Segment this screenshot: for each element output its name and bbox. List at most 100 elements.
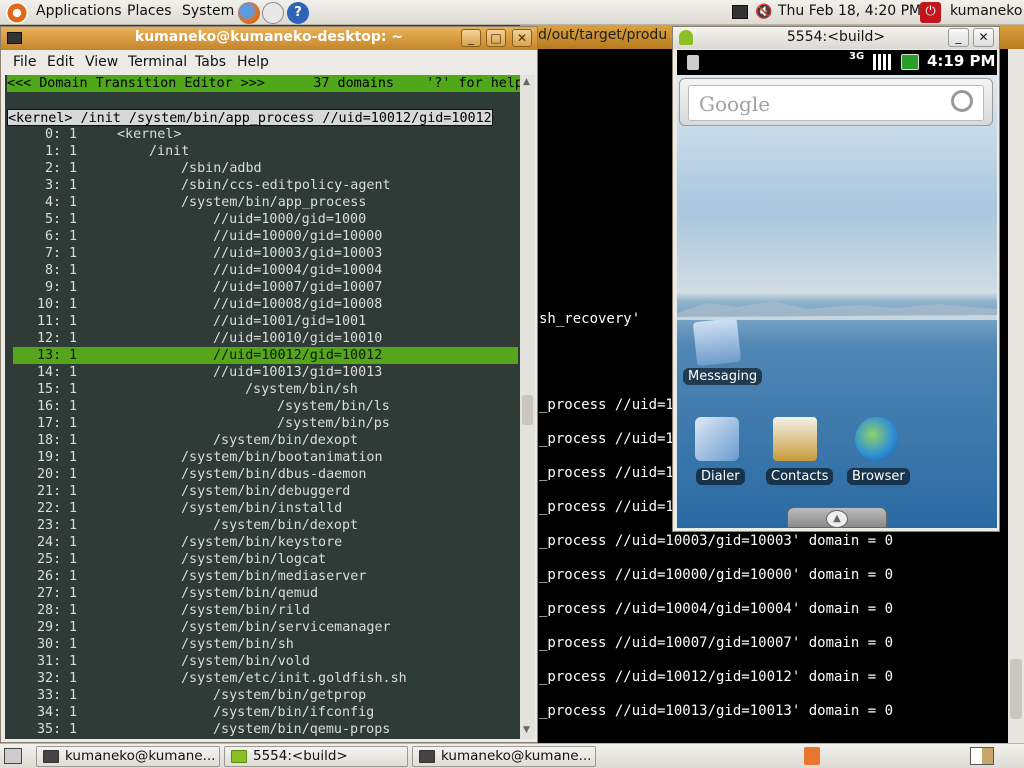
domain-name: /system/bin/ifconfig [213,705,375,720]
domain-name: /system/bin/dexopt [213,518,359,533]
menu-view[interactable]: View [85,54,118,70]
background-terminal-line: _process //uid=10 [539,397,683,413]
domain-profile: 1 [69,178,78,193]
menu-tabs[interactable]: Tabs [195,54,226,70]
terminal-screen[interactable]: <<< Domain Transition Editor >>> 37 doma… [5,75,520,739]
domain-profile: 1 [69,518,78,533]
browser-label[interactable]: Browser [847,468,910,485]
scrollbar-thumb[interactable] [522,395,533,425]
scroll-up-arrow-icon[interactable]: ▲ [523,77,530,87]
domain-profile: 1 [69,246,78,261]
messaging-label[interactable]: Messaging [683,368,763,385]
system-menu[interactable]: System [182,3,234,19]
domain-name: //uid=10008/gid=10008 [213,297,383,312]
contacts-icon[interactable] [773,417,817,461]
network-icon[interactable] [732,5,748,19]
scroll-down-arrow-icon[interactable]: ▼ [523,725,530,735]
domain-profile: 1 [69,331,78,346]
top-panel: Applications Places System ? 🔇 Thu Feb 1… [0,0,1024,25]
emulator-titlebar[interactable]: 5554:<build> _ ✕ [673,27,999,49]
help-icon[interactable]: ? [287,2,309,24]
user-name[interactable]: kumaneko [950,3,1022,19]
domain-name: //uid=10003/gid=10003 [213,246,383,261]
domain-index: 29: [37,620,62,635]
taskbar-item-label: kumaneko@kumane... [441,748,592,764]
terminal-titlebar[interactable]: kumaneko@kumaneko-desktop: ~ _ □ ✕ [1,27,537,50]
domain-name: <kernel> [117,127,182,142]
domain-profile: 1 [69,637,78,652]
clock[interactable]: Thu Feb 18, 4:20 PM [778,3,921,19]
terminal-window[interactable]: kumaneko@kumaneko-desktop: ~ _ □ ✕ File … [0,26,538,743]
domain-name: /system/bin/qemu-props [213,722,391,737]
android-screen[interactable]: 3G 4:19 PM Google Messaging Dialer Conta… [677,50,997,528]
background-terminal-line: _process //uid=10013/gid=10013' domain =… [539,703,894,719]
contacts-label[interactable]: Contacts [766,468,834,485]
android-status-bar[interactable]: 3G 4:19 PM [677,50,997,75]
volume-icon[interactable]: 🔇 [755,4,773,20]
domain-name: /system/bin/getprop [213,688,367,703]
domain-name: //uid=1001/gid=1001 [213,314,367,329]
maximize-button[interactable]: □ [486,29,506,47]
selected-domain-line: <kernel> /init /system/bin/app_process /… [7,109,493,126]
android-icon [231,750,247,763]
menu-terminal[interactable]: Terminal [128,54,187,70]
domain-index: 22: [37,501,62,516]
browser-icon[interactable] [855,417,899,461]
domain-profile: 1 [69,688,78,703]
background-terminal-scrollbar[interactable] [1008,49,1024,743]
dialer-icon[interactable] [695,417,739,461]
firefox-icon[interactable] [238,2,260,24]
domain-profile: 1 [69,280,78,295]
domain-profile: 1 [69,212,78,227]
domain-index: 23: [37,518,62,533]
menu-help[interactable]: Help [237,54,269,70]
scrollbar-thumb[interactable] [1010,659,1022,719]
emulator-minimize-button[interactable]: _ [948,28,969,47]
domain-profile: 1 [69,144,78,159]
places-menu[interactable]: Places [127,3,172,19]
menu-edit[interactable]: Edit [47,54,74,70]
minimize-button[interactable]: _ [461,29,481,47]
trash-icon[interactable] [804,747,820,765]
background-terminal-title: d/out/target/produ [538,27,668,43]
domain-profile: 1 [69,161,78,176]
mail-icon[interactable] [262,2,284,24]
domain-index: 34: [37,705,62,720]
domain-profile: 1 [69,705,78,720]
domain-profile: 1 [69,399,78,414]
applications-menu[interactable]: Applications [36,3,122,19]
drawer-arrow-icon: ▲ [826,510,848,528]
domain-profile: 1 [69,433,78,448]
domain-name: /system/bin/dexopt [213,433,359,448]
taskbar-item-terminal[interactable]: kumaneko@kumane... [36,746,220,767]
messaging-icon[interactable] [692,317,742,367]
close-button[interactable]: ✕ [512,29,532,47]
taskbar-item-emulator[interactable]: 5554:<build> [224,746,408,767]
domain-name: /system/bin/qemud [181,586,319,601]
terminal-scrollbar[interactable]: ▲ ▼ [520,75,535,739]
magnifier-icon[interactable] [951,90,973,112]
domain-index: 26: [37,569,62,584]
domain-index: 1: [45,144,62,159]
dialer-label[interactable]: Dialer [696,468,745,485]
menu-file[interactable]: File [13,54,36,70]
emulator-close-button[interactable]: ✕ [973,28,994,47]
domain-profile: 1 [69,501,78,516]
ubuntu-logo-icon[interactable] [6,2,28,24]
taskbar-item-terminal[interactable]: kumaneko@kumane... [412,746,596,767]
emulator-window[interactable]: 5554:<build> _ ✕ 3G 4:19 PM Google Messa… [672,26,1000,532]
google-search-input[interactable]: Google [688,85,984,121]
domain-profile: 1 [69,484,78,499]
background-terminal-line: _process //uid=10 [539,431,683,447]
domain-profile: 1 [69,127,78,142]
app-drawer-handle[interactable]: ▲ [787,507,887,528]
domain-index: 6: [45,229,62,244]
domain-name: /sbin/ccs-editpolicy-agent [181,178,391,193]
workspace-switcher[interactable] [970,747,994,765]
domain-name: /system/bin/installd [181,501,343,516]
shutdown-icon[interactable]: ⏻ [920,2,941,23]
show-desktop-icon[interactable] [4,748,22,764]
terminal-menubar: File Edit View Terminal Tabs Help [1,51,537,75]
domain-index: 21: [37,484,62,499]
google-search-widget[interactable]: Google [679,78,993,126]
